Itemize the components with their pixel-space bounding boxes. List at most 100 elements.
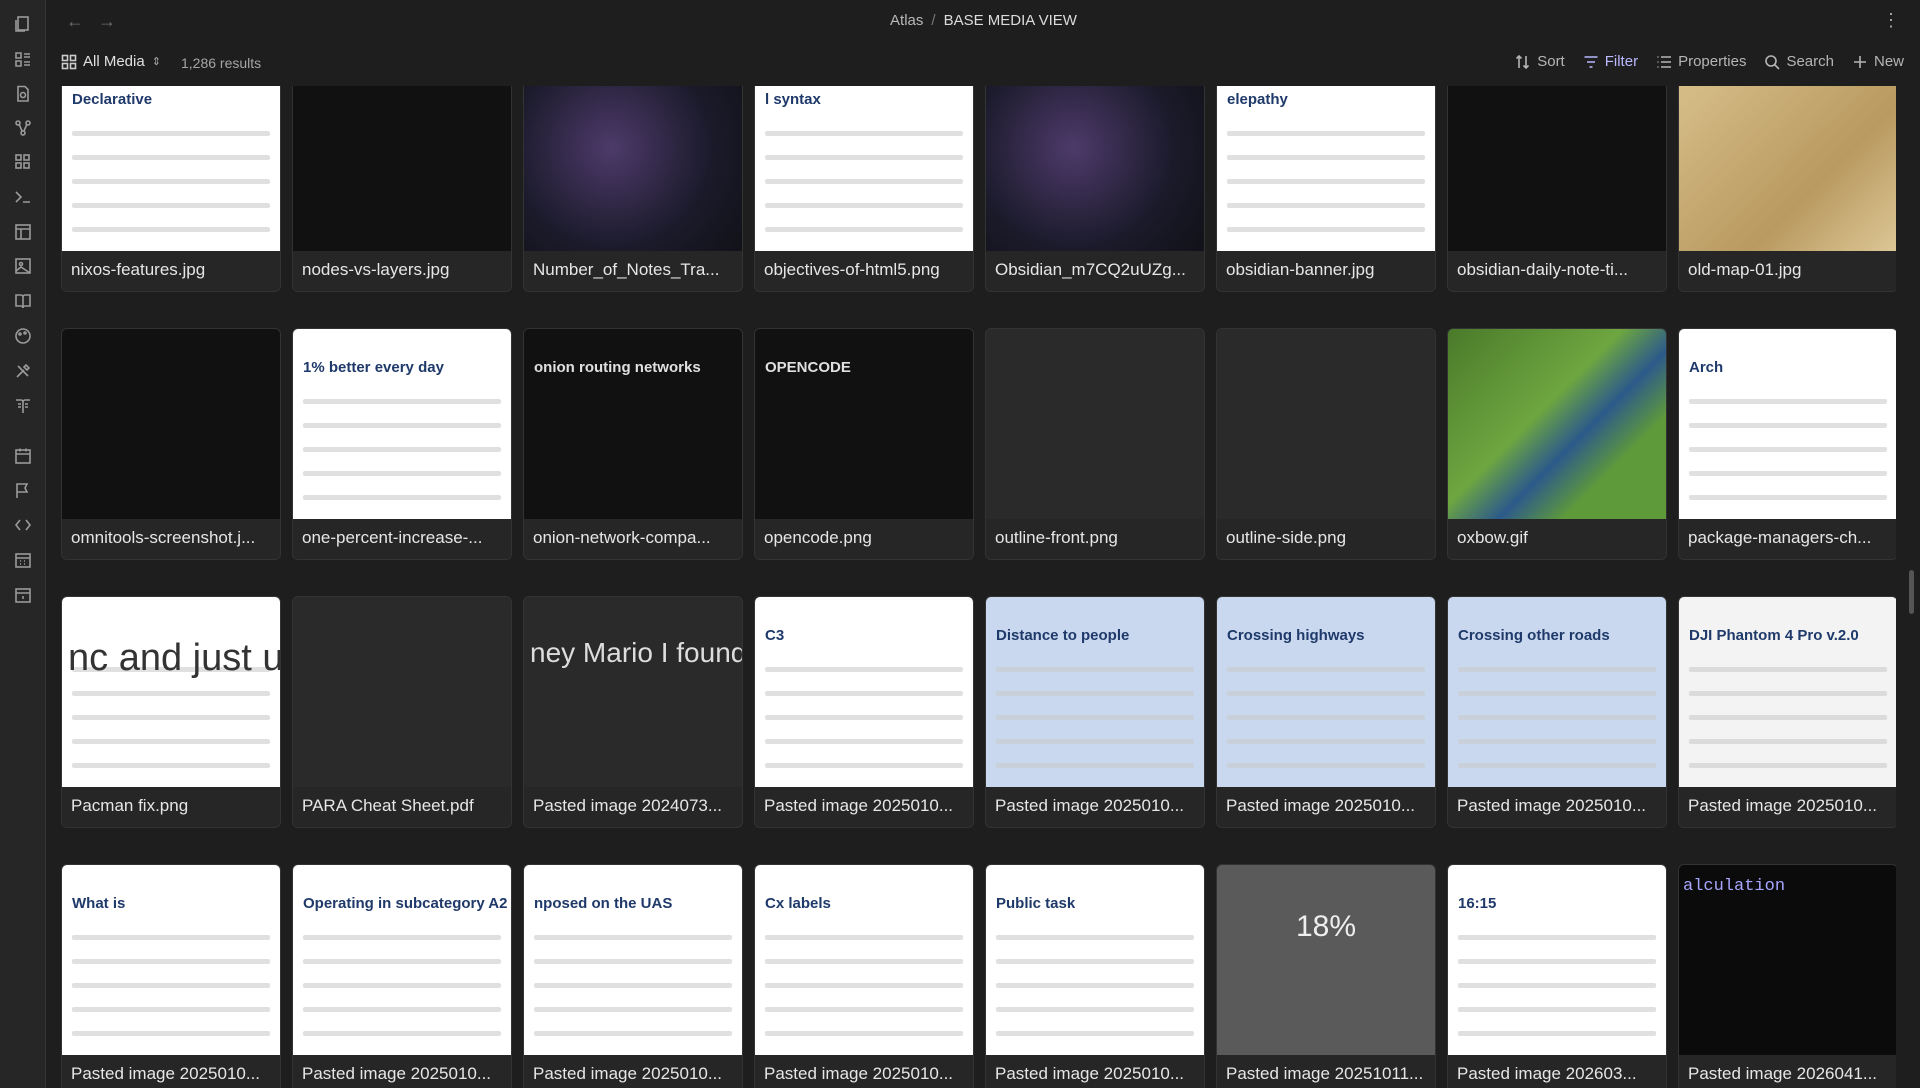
view-name: All Media	[83, 53, 145, 70]
thumbnail-text: OPENCODE	[765, 359, 851, 376]
breadcrumb-vault[interactable]: Atlas	[890, 12, 923, 29]
media-card[interactable]: Distance to people Pasted image 2025010..…	[985, 596, 1205, 828]
media-card[interactable]: What is Pasted image 2025010...	[61, 864, 281, 1088]
scrollbar[interactable]	[1909, 570, 1914, 614]
more-options-icon[interactable]: ⋮	[1882, 10, 1900, 31]
media-card[interactable]: alculation Pasted image 2026041...	[1678, 864, 1896, 1088]
new-button[interactable]: New	[1852, 53, 1904, 70]
media-card[interactable]: nodes-vs-layers.jpg	[292, 86, 512, 292]
media-thumbnail: Distance to people	[986, 597, 1204, 815]
book-icon[interactable]	[13, 291, 33, 311]
media-filename: PARA Cheat Sheet.pdf	[293, 787, 511, 827]
media-filename: Pasted image 2026041...	[1679, 1055, 1896, 1088]
media-card[interactable]: old-map-01.jpg	[1678, 86, 1896, 292]
media-card[interactable]: C3 Pasted image 2025010...	[754, 596, 974, 828]
title-bar: ← → Atlas / BASE MEDIA VIEW ⋮	[47, 0, 1920, 44]
media-card[interactable]: elepathy obsidian-banner.jpg	[1216, 86, 1436, 292]
media-card[interactable]: outline-front.png	[985, 328, 1205, 560]
media-card[interactable]: Arch package-managers-ch...	[1678, 328, 1896, 560]
media-card[interactable]: Crossing other roads Pasted image 2025010…	[1447, 596, 1667, 828]
media-thumbnail: DJI Phantom 4 Pro v.2.0	[1679, 597, 1896, 815]
media-filename: nixos-features.jpg	[62, 251, 280, 291]
file-search-icon[interactable]	[13, 84, 33, 104]
media-card[interactable]: Cx labels Pasted image 2025010...	[754, 864, 974, 1088]
media-card[interactable]: omnitools-screenshot.j...	[61, 328, 281, 560]
graph-icon[interactable]	[13, 118, 33, 138]
properties-button[interactable]: Properties	[1656, 53, 1746, 70]
media-card[interactable]: onion routing networks onion-network-comp…	[523, 328, 743, 560]
media-filename: Pasted image 2025010...	[755, 1055, 973, 1088]
media-thumbnail: 1% better every day	[293, 329, 511, 547]
media-filename: one-percent-increase-...	[293, 519, 511, 559]
media-card[interactable]: PARA Cheat Sheet.pdf	[292, 596, 512, 828]
calendar-grid-icon[interactable]	[13, 550, 33, 570]
media-thumbnail	[1217, 329, 1435, 547]
image-icon[interactable]	[13, 256, 33, 276]
book-open-icon[interactable]	[13, 396, 33, 416]
media-filename: objectives-of-html5.png	[755, 251, 973, 291]
media-card[interactable]: nposed on the UAS Pasted image 2025010...	[523, 864, 743, 1088]
media-card[interactable]: nc and just u Pacman fix.png	[61, 596, 281, 828]
media-card[interactable]: DJI Phantom 4 Pro v.2.0 Pasted image 2025…	[1678, 596, 1896, 828]
media-thumbnail: OPENCODE	[755, 329, 973, 547]
code-percent-icon[interactable]	[13, 515, 33, 535]
terminal-icon[interactable]	[13, 187, 33, 207]
media-card[interactable]: 1% better every day one-percent-increase-…	[292, 328, 512, 560]
calendar-day-icon[interactable]	[13, 585, 33, 605]
tools-icon[interactable]	[13, 361, 33, 381]
media-thumbnail: Cx labels	[755, 865, 973, 1083]
thumbnail-text: elepathy	[1227, 91, 1288, 108]
media-filename: old-map-01.jpg	[1679, 251, 1896, 291]
blocks-icon[interactable]	[13, 152, 33, 172]
media-card[interactable]: Operating in subcategory A2 Pasted image …	[292, 864, 512, 1088]
media-filename: Pasted image 2025010...	[1448, 787, 1666, 827]
media-card[interactable]: Obsidian_m7CQ2uUZg...	[985, 86, 1205, 292]
left-ribbon	[0, 0, 46, 1088]
thumbnail-text: Distance to people	[996, 627, 1130, 644]
media-card[interactable]: 16:15 Pasted image 202603...	[1447, 864, 1667, 1088]
thumbnail-text: Operating in subcategory A2	[303, 895, 508, 912]
media-card[interactable]: ney Mario I found in Pasted image 2024073…	[523, 596, 743, 828]
calendar-icon[interactable]	[13, 446, 33, 466]
files-icon[interactable]	[13, 14, 33, 34]
filter-button[interactable]: Filter	[1583, 53, 1638, 70]
breadcrumb-current[interactable]: BASE MEDIA VIEW	[944, 12, 1077, 29]
view-selector[interactable]: All Media ⇕	[61, 53, 161, 70]
palette-icon[interactable]	[13, 326, 33, 346]
media-thumbnail: C3	[755, 597, 973, 815]
thumbnail-text: nposed on the UAS	[534, 895, 673, 912]
grid-view-icon	[61, 54, 77, 69]
layout-icon[interactable]	[13, 222, 33, 242]
media-filename: Pacman fix.png	[62, 787, 280, 827]
media-filename: package-managers-ch...	[1679, 519, 1896, 559]
media-card[interactable]: Declarative nixos-features.jpg	[61, 86, 281, 292]
sort-button[interactable]: Sort	[1515, 53, 1565, 70]
media-filename: Pasted image 2025010...	[986, 787, 1204, 827]
media-filename: Pasted image 20251011...	[1217, 1055, 1435, 1088]
media-card[interactable]: OPENCODE opencode.png	[754, 328, 974, 560]
result-count: 1,286 results	[181, 55, 262, 71]
media-filename: outline-side.png	[1217, 519, 1435, 559]
media-card[interactable]: outline-side.png	[1216, 328, 1436, 560]
sort-icon	[1516, 54, 1530, 69]
media-card[interactable]: obsidian-daily-note-ti...	[1447, 86, 1667, 292]
media-card[interactable]: Number_of_Notes_Tra...	[523, 86, 743, 292]
media-card[interactable]: l syntax objectives-of-html5.png	[754, 86, 974, 292]
media-grid: Declarative nixos-features.jpg nodes-vs-la…	[61, 86, 1896, 1088]
media-thumbnail: nc and just u	[62, 597, 280, 815]
thumbnail-text: nc and just u	[68, 637, 280, 679]
media-card[interactable]: Public task Pasted image 2025010...	[985, 864, 1205, 1088]
search-button[interactable]: Search	[1764, 53, 1834, 70]
thumbnail-text: 18%	[1295, 910, 1357, 943]
filter-icon	[1584, 55, 1598, 68]
thumbnail-text: Declarative	[72, 91, 153, 108]
media-card[interactable]: 18% Pasted image 20251011...	[1216, 864, 1436, 1088]
media-thumbnail: Operating in subcategory A2	[293, 865, 511, 1083]
flag-icon[interactable]	[13, 481, 33, 501]
media-thumbnail	[986, 329, 1204, 547]
thumbnail-text: ney Mario I found in	[530, 637, 742, 668]
list-icon[interactable]	[13, 49, 33, 69]
media-card[interactable]: oxbow.gif	[1447, 328, 1667, 560]
media-card[interactable]: Crossing highways Pasted image 2025010...	[1216, 596, 1436, 828]
media-thumbnail: Public task	[986, 865, 1204, 1083]
